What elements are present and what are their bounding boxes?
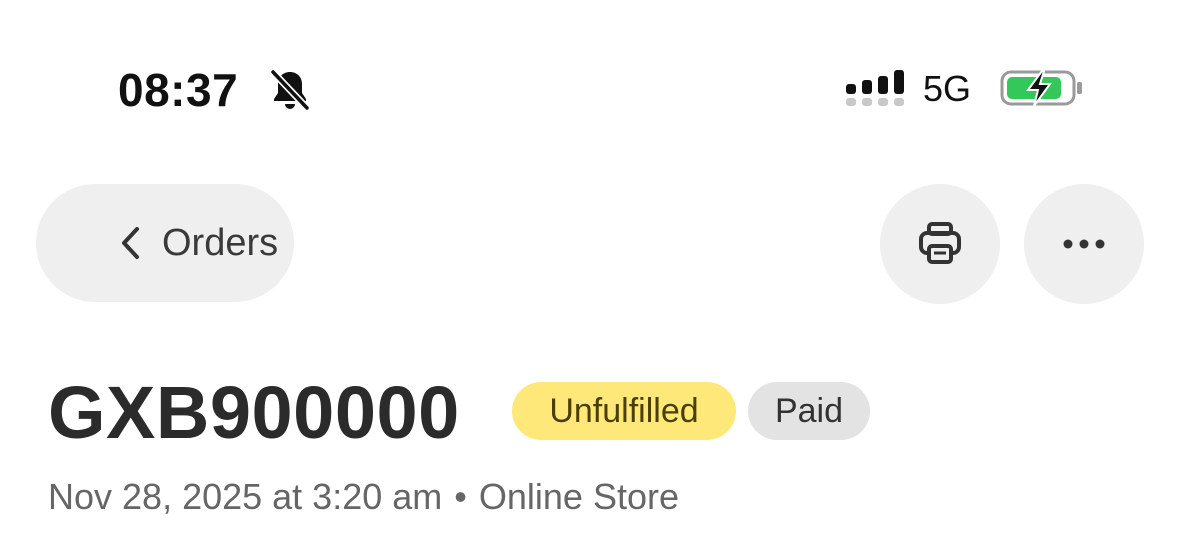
print-button[interactable]	[880, 184, 1000, 304]
battery-charging-icon	[1000, 70, 1082, 107]
more-options-button[interactable]	[1024, 184, 1144, 304]
order-number: GXB900000	[48, 371, 460, 454]
chevron-left-icon	[122, 227, 139, 259]
status-time: 08:37	[118, 64, 239, 116]
more-horizontal-icon	[1063, 239, 1105, 249]
sales-channel: Online Store	[478, 476, 679, 517]
order-date: Nov 28, 2025 at 3:20 am	[48, 476, 443, 517]
printer-icon	[919, 222, 961, 264]
fulfillment-status-badge: Unfulfilled	[512, 382, 736, 440]
back-to-orders-button[interactable]: Orders	[36, 184, 294, 302]
order-meta: Nov 28, 2025 at 3:20 am • Online Store	[48, 474, 679, 520]
payment-status-badge: Paid	[748, 382, 870, 440]
network-type: 5G	[923, 68, 972, 109]
bell-slash-icon	[270, 69, 310, 111]
cellular-signal-icon	[846, 70, 904, 106]
back-button-label: Orders	[162, 222, 279, 264]
meta-separator: •	[454, 476, 467, 517]
